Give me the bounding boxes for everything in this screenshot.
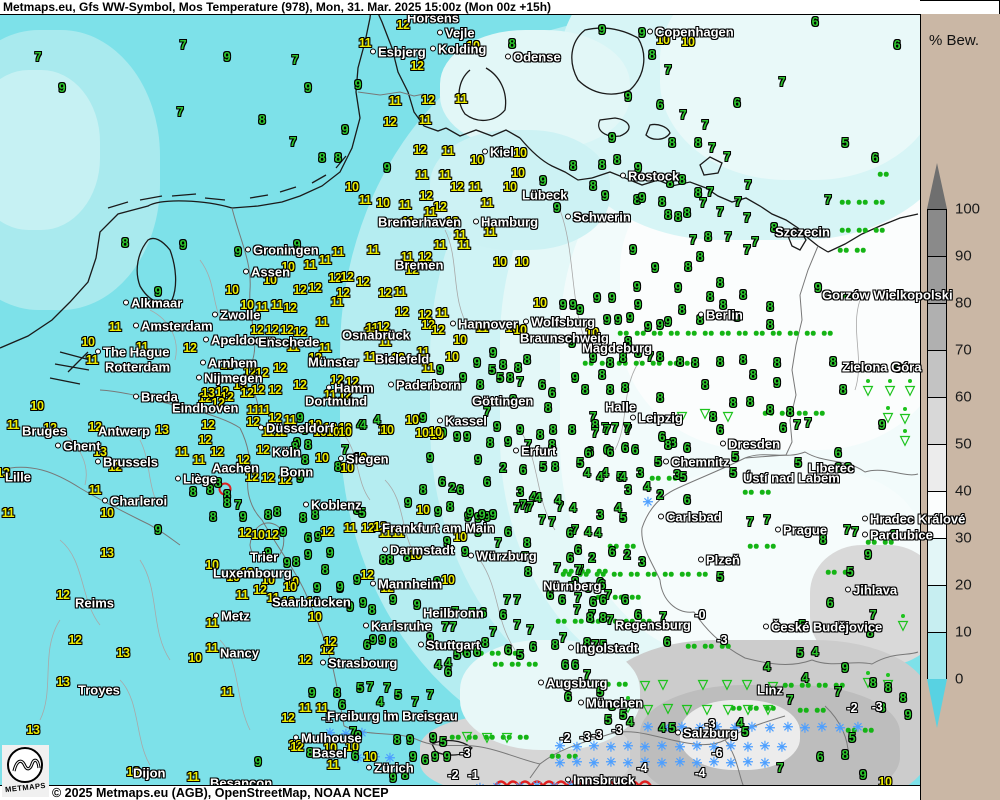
legend-tick-label: 10 (955, 624, 972, 641)
legend-tick-label: 70 (955, 342, 972, 359)
legend-tick-label: 90 (955, 248, 972, 265)
legend-panel: % Bew. 1009080706050403020100 (920, 14, 1000, 800)
legend-tick-label: 80 (955, 295, 972, 312)
legend-tick-label: 100 (955, 201, 980, 218)
cloud-shade-patch (430, 130, 610, 250)
legend-segment (927, 585, 947, 632)
metmaps-logo-icon (7, 747, 43, 783)
legend-segment (927, 491, 947, 538)
cloud-shade-patch (460, 640, 640, 750)
legend-segment (927, 397, 947, 444)
map-canvas[interactable] (0, 0, 920, 800)
title-bar: Metmaps.eu, Gfs WW-Symbol, Mos Temperatu… (0, 0, 920, 15)
legend-arrow-up (927, 163, 947, 209)
legend-segment (927, 209, 947, 256)
legend-tick-label: 0 (955, 671, 963, 688)
legend-segment (927, 632, 947, 679)
weather-map-app: ▽▽▽▽▽▽▽▽▽▽▽▽▽▽▽▽▽▽▽▽▽▽▽▽▽▽▽▽▽✳✳✳✳✳✳✳✳✳✳✳… (0, 0, 1000, 800)
footer-bar: © 2025 Metmaps.eu (AGB), OpenStreetMap, … (0, 785, 920, 800)
legend-segment (927, 256, 947, 303)
legend-tick-label: 20 (955, 577, 972, 594)
legend-title: % Bew. (929, 32, 979, 49)
copyright-text: © 2025 Metmaps.eu (AGB), OpenStreetMap, … (52, 786, 389, 800)
legend-tick-label: 50 (955, 436, 972, 453)
legend-segment (927, 538, 947, 585)
cloud-shade-patch (680, 700, 800, 770)
legend-tick-label: 60 (955, 389, 972, 406)
legend-segment (927, 303, 947, 350)
legend-arrow-down (927, 679, 947, 728)
map-title: Metmaps.eu, Gfs WW-Symbol, Mos Temperatu… (3, 0, 551, 14)
legend-segment (927, 444, 947, 491)
cloud-shade-patch (660, 0, 920, 180)
legend-tick-label: 40 (955, 483, 972, 500)
cloud-shade-patch (0, 70, 100, 230)
legend-segment (927, 350, 947, 397)
legend-tick-label: 30 (955, 530, 972, 547)
metmaps-logo: METMAPS (2, 745, 49, 797)
metmaps-logo-text: METMAPS (2, 781, 50, 795)
legend-color-bar (927, 163, 947, 728)
